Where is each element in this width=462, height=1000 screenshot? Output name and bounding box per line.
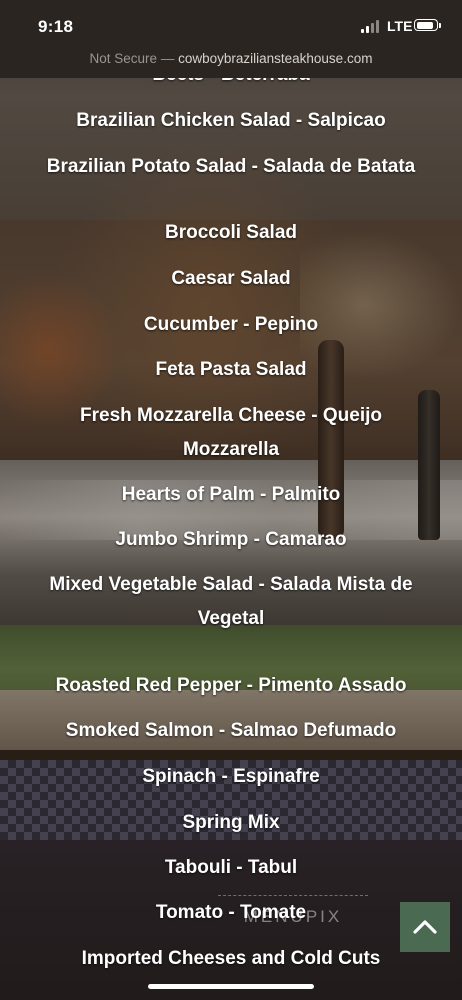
menu-list: Beets - Beterraba Brazilian Chicken Sala… — [0, 78, 462, 1000]
watermark: MENUPIX — [218, 895, 368, 936]
menu-item: Hearts of Palm - Palmito — [121, 484, 341, 505]
menu-item: Tabouli - Tabul — [164, 857, 298, 878]
menu-item: Beets - Beterraba — [20, 78, 442, 92]
chevron-up-icon — [413, 920, 437, 934]
cellular-signal-icon — [361, 20, 381, 33]
menu-item: Caesar Salad — [171, 268, 291, 289]
network-type: LTE — [387, 18, 413, 34]
status-bar: 9:18 LTE — [0, 0, 462, 44]
menu-item: Jumbo Shrimp - Camarao — [115, 529, 347, 550]
menu-item: Mixed Vegetable Salad - Salada Mista de … — [49, 574, 413, 629]
menu-item: Broccoli Salad — [165, 222, 297, 243]
menu-item: Brazilian Chicken Salad - Salpicao — [76, 110, 386, 131]
menu-item: Feta Pasta Salad — [155, 359, 307, 380]
battery-icon — [414, 19, 441, 31]
home-indicator[interactable] — [148, 984, 314, 989]
status-time: 9:18 — [38, 17, 74, 36]
back-to-top-button[interactable] — [400, 902, 450, 952]
menu-item: Imported Cheeses and Cold Cuts — [81, 948, 381, 969]
menu-item: Spinach - Espinafre — [142, 766, 320, 787]
security-label: Not Secure — — [89, 51, 175, 66]
menu-item: Fresh Mozzarella Cheese - Queijo Mozzare… — [80, 405, 382, 460]
url-host: cowboybraziliansteakhouse.com — [178, 51, 373, 66]
menu-item: Spring Mix — [182, 812, 280, 833]
url-bar[interactable]: Not Secure — cowboybraziliansteakhouse.c… — [0, 44, 462, 78]
menu-item: Roasted Red Pepper - Pimento Assado — [55, 675, 407, 696]
menu-item: Cucumber - Pepino — [143, 314, 319, 335]
menu-item: Smoked Salmon - Salmao Defumado — [65, 720, 397, 741]
menu-item: Brazilian Potato Salad - Salada de Batat… — [46, 156, 416, 177]
